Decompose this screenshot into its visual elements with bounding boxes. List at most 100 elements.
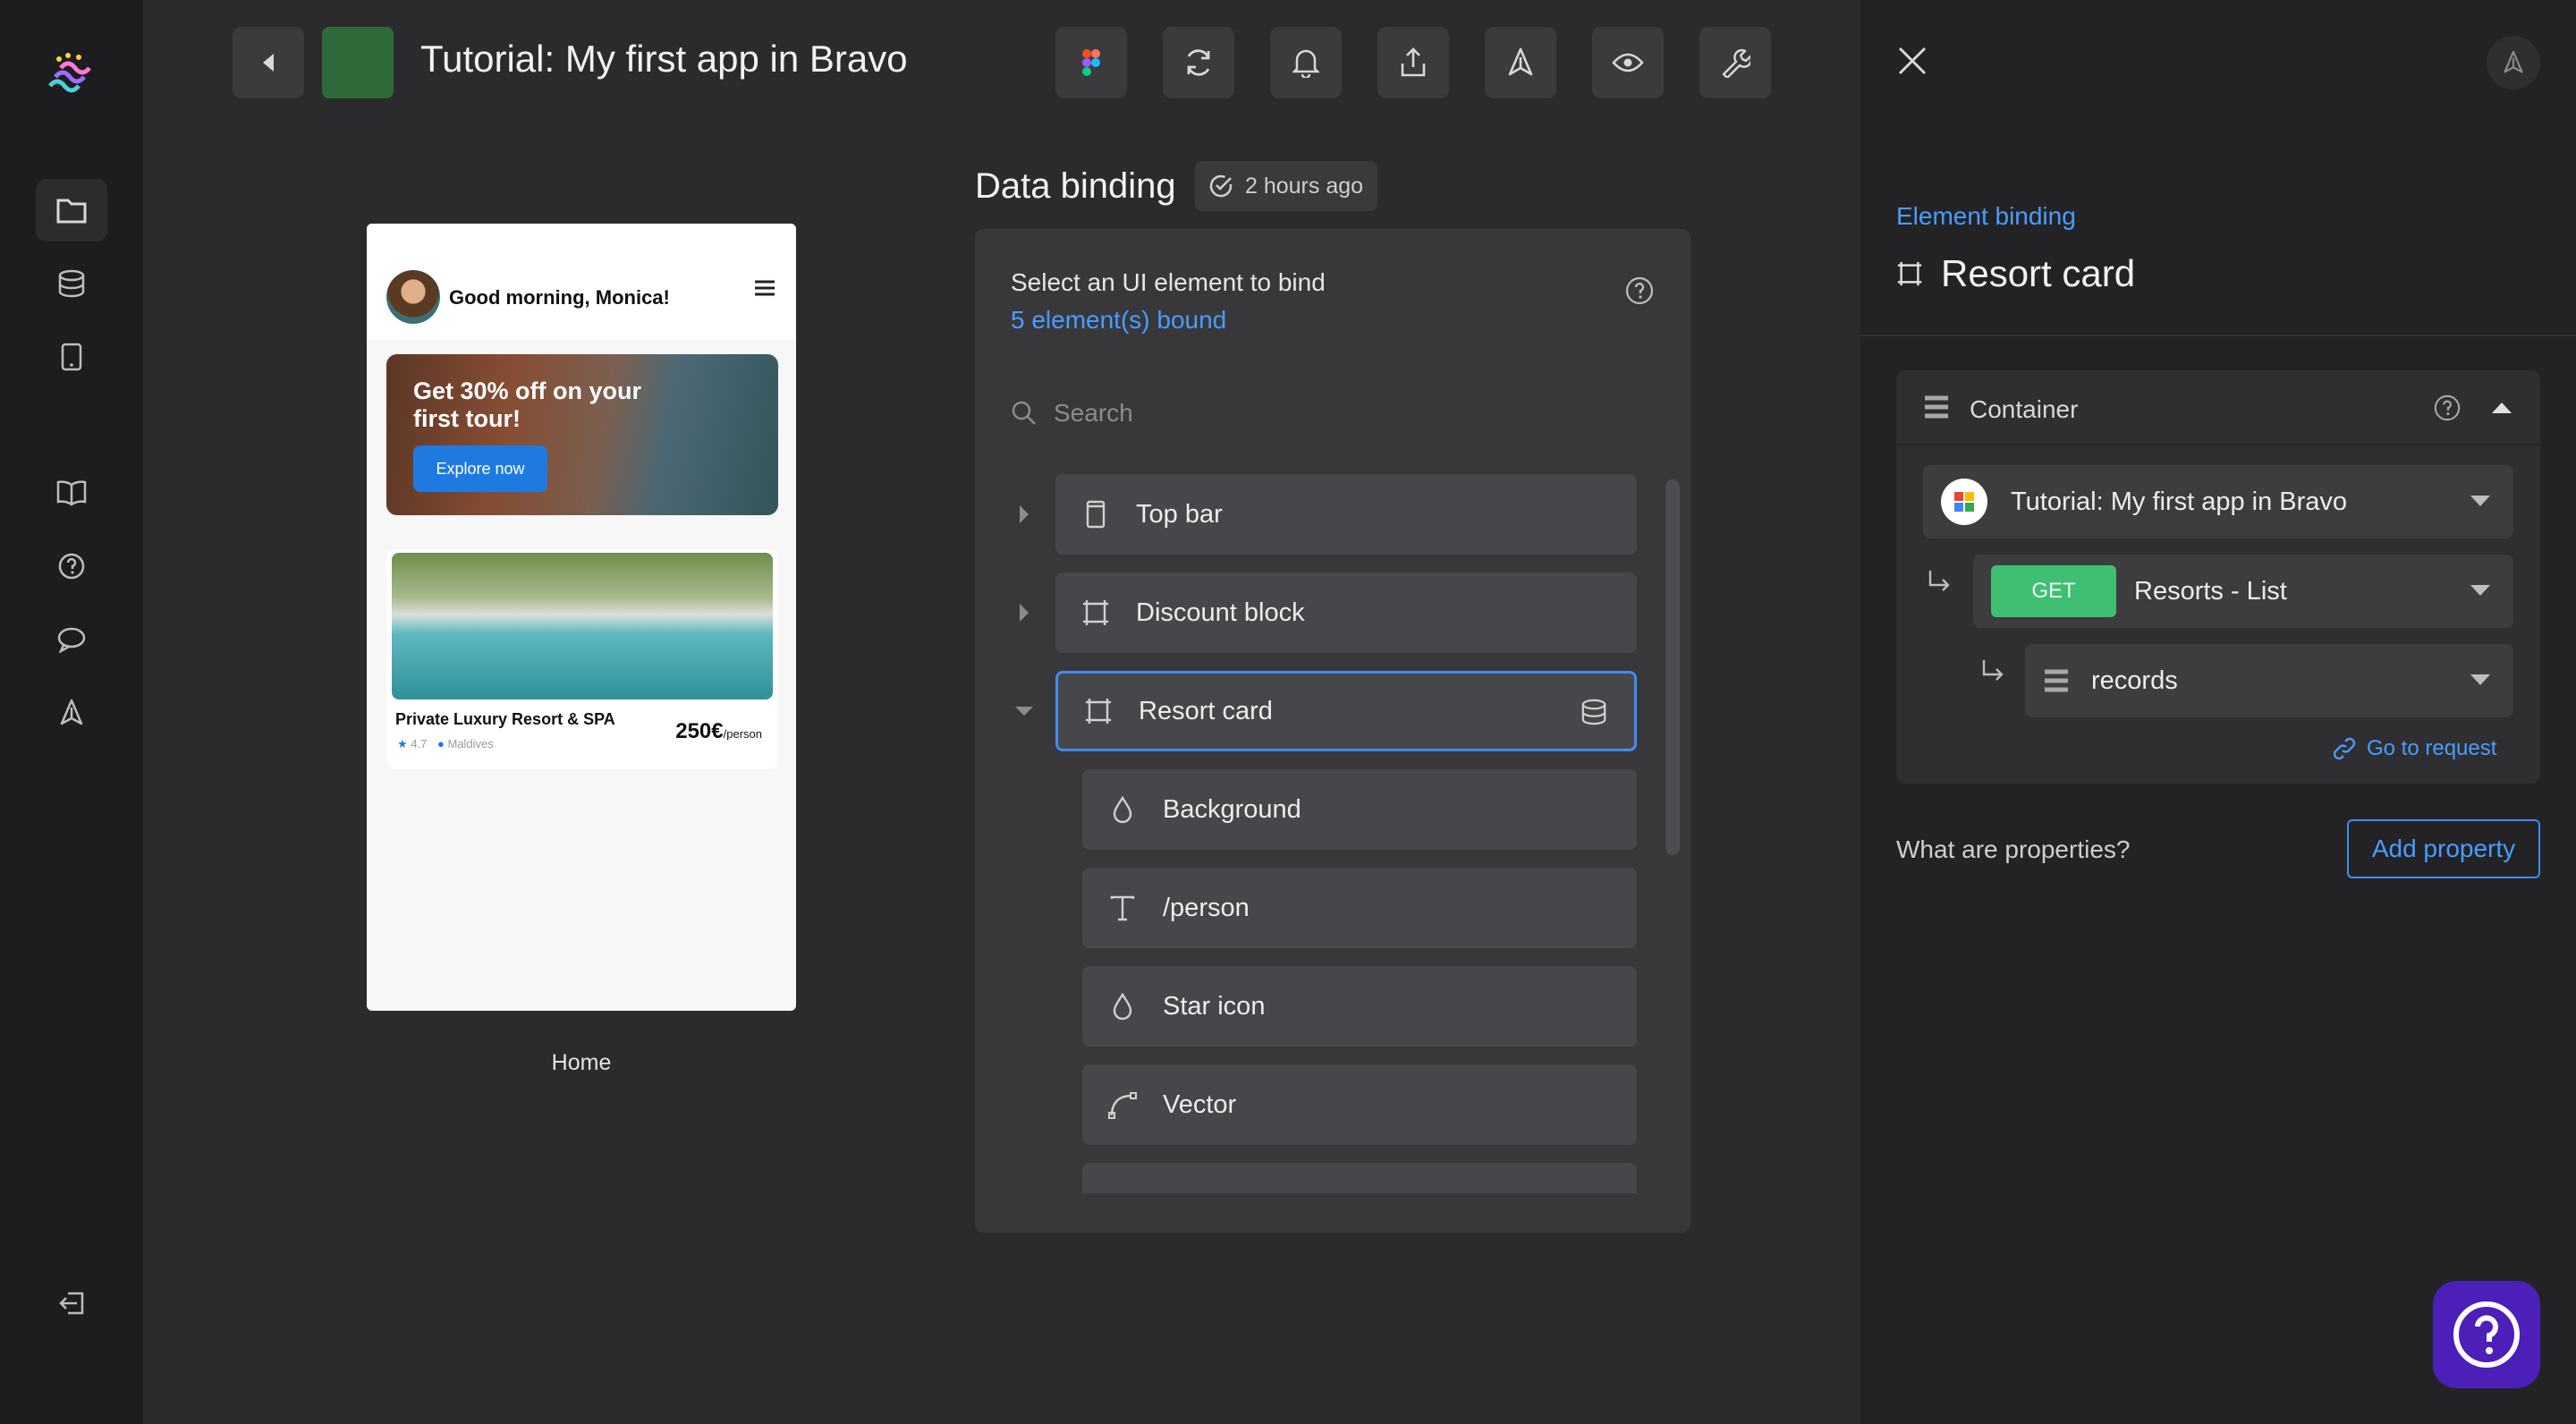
discount-banner: Get 30% off on your first tour! Explore … [386, 354, 778, 515]
path-select[interactable]: records [2025, 644, 2513, 717]
properties-question[interactable]: What are properties? [1896, 835, 2130, 864]
resort-price: 250€/person [675, 719, 762, 744]
preview-button[interactable] [1592, 27, 1664, 98]
add-property-button[interactable]: Add property [2347, 819, 2540, 878]
tree-item-label: /person [1163, 893, 1250, 922]
publish-icon [1507, 47, 1534, 78]
refresh-icon [1183, 47, 1214, 78]
saved-status-badge: 2 hours ago [1195, 161, 1377, 211]
tree-item-next[interactable] [1082, 1163, 1637, 1193]
screen-name-label: Home [551, 1050, 612, 1075]
settings-button[interactable] [1699, 27, 1771, 98]
request-select[interactable]: GET Resorts - List [1973, 555, 2513, 628]
link-icon [2331, 735, 2358, 762]
search-input[interactable] [1054, 399, 1590, 428]
rocket-icon [58, 699, 85, 727]
tree-item-discount-block[interactable]: Discount block [1055, 572, 1637, 653]
bravo-logo[interactable] [43, 50, 102, 109]
data-binding-panel: Select an UI element to bind 5 element(s… [975, 229, 1690, 1233]
tree-item-label: Resort card [1139, 696, 1273, 725]
collapse-up-icon[interactable] [2490, 401, 2513, 415]
sidebar-item-logout[interactable] [36, 1272, 107, 1335]
help-icon [57, 552, 86, 581]
expand-toggle-discount-block[interactable] [1011, 599, 1038, 626]
request-name: Resorts - List [2134, 576, 2287, 606]
rocket-icon [2502, 50, 2525, 75]
google-sheets-icon [1941, 479, 1987, 525]
app-thumbnail [322, 27, 394, 98]
close-button[interactable] [1896, 45, 1928, 77]
tree-item-label: Star icon [1163, 991, 1266, 1021]
element-binding-title: Resort card [1896, 252, 2135, 295]
sidebar-item-device[interactable] [36, 326, 107, 388]
screen-preview-home[interactable]: Good morning, Monica! Get 30% off on you… [367, 224, 796, 1011]
logout-icon [57, 1290, 86, 1317]
element-binding-link[interactable]: Element binding [1896, 202, 2076, 231]
frame-icon [1055, 598, 1136, 627]
app-title: Tutorial: My first app in Bravo [420, 38, 908, 80]
avatar [386, 270, 440, 324]
bound-database-icon [1580, 699, 1607, 725]
sidebar-item-help[interactable] [36, 535, 107, 598]
tree-item-star-icon[interactable]: Star icon [1082, 966, 1637, 1047]
tree-item-label: Discount block [1136, 598, 1305, 627]
figma-sync-button[interactable] [1055, 27, 1127, 98]
back-arrow-icon [259, 52, 277, 73]
tree-item-person-text[interactable]: /person [1082, 868, 1637, 948]
tree-item-top-bar[interactable]: Top bar [1055, 474, 1637, 555]
resort-rating: 4.7 [411, 737, 428, 750]
refresh-button[interactable] [1163, 27, 1234, 98]
share-icon [1400, 47, 1427, 78]
tree-item-resort-card[interactable]: Resort card [1055, 671, 1637, 751]
tree-item-background[interactable]: Background [1082, 769, 1637, 850]
text-icon [1082, 894, 1163, 921]
banner-text: Get 30% off on your first tour! [413, 377, 642, 432]
sidebar-item-chat[interactable] [36, 608, 107, 671]
publish-button[interactable] [1485, 27, 1556, 98]
divider [1860, 335, 2576, 336]
collapse-toggle-resort-card[interactable] [1011, 698, 1038, 725]
preview-icon [1612, 52, 1644, 73]
go-to-request-label: Go to request [2367, 736, 2497, 760]
data-source-name: Tutorial: My first app in Bravo [2011, 487, 2348, 516]
sidebar-item-publish[interactable] [36, 682, 107, 744]
sidebar-item-data[interactable] [36, 252, 107, 315]
notifications-button[interactable] [1270, 27, 1342, 98]
tree-item-vector[interactable]: Vector [1082, 1064, 1637, 1145]
path-name: records [2091, 665, 2178, 695]
tree-scrollbar[interactable] [1665, 479, 1680, 855]
select-prompt: Select an UI element to bind [1011, 268, 1326, 296]
wrench-icon [1720, 47, 1750, 78]
sidebar-item-files[interactable] [36, 179, 107, 242]
mobile-icon [1055, 500, 1136, 529]
element-search [1011, 386, 1655, 440]
close-icon [1896, 45, 1928, 77]
back-button[interactable] [233, 27, 304, 98]
element-tree: Top bar Discount block Resort card Backg… [975, 470, 1664, 1193]
share-button[interactable] [1377, 27, 1449, 98]
chevron-down-icon [2469, 583, 2492, 598]
data-source-select[interactable]: Tutorial: My first app in Bravo [1923, 465, 2513, 538]
element-binding-panel: Element binding Resort card Container Tu… [1860, 0, 2576, 1424]
help-chat-button[interactable] [2433, 1281, 2540, 1388]
help-circle-icon[interactable] [2433, 394, 2462, 422]
location-pin-icon: ● [436, 737, 445, 750]
bound-count-link[interactable]: 5 element(s) bound [1011, 306, 1226, 335]
tree-item-label: Top bar [1136, 499, 1223, 529]
help-circle-icon[interactable] [1624, 275, 1655, 306]
help-icon [2452, 1300, 2521, 1369]
resort-name: Private Luxury Resort & SPA [395, 710, 615, 728]
sidebar-item-docs[interactable] [36, 462, 107, 524]
resort-image [392, 553, 773, 699]
container-header[interactable]: Container [1896, 370, 2540, 445]
publish-status-button[interactable] [2487, 36, 2540, 89]
child-arrow-icon [1980, 658, 2007, 685]
data-binding-title: Data binding [975, 166, 1176, 206]
container-label: Container [1970, 395, 2079, 423]
resort-card-preview: Private Luxury Resort & SPA ★ 4.7 ● Mald… [386, 549, 778, 769]
explore-now-button: Explore now [413, 445, 547, 492]
go-to-request-link[interactable]: Go to request [2331, 735, 2496, 762]
resort-meta: ★ 4.7 ● Maldives [397, 737, 494, 751]
expand-toggle-top-bar[interactable] [1011, 501, 1038, 528]
check-circle-icon [1208, 173, 1234, 199]
